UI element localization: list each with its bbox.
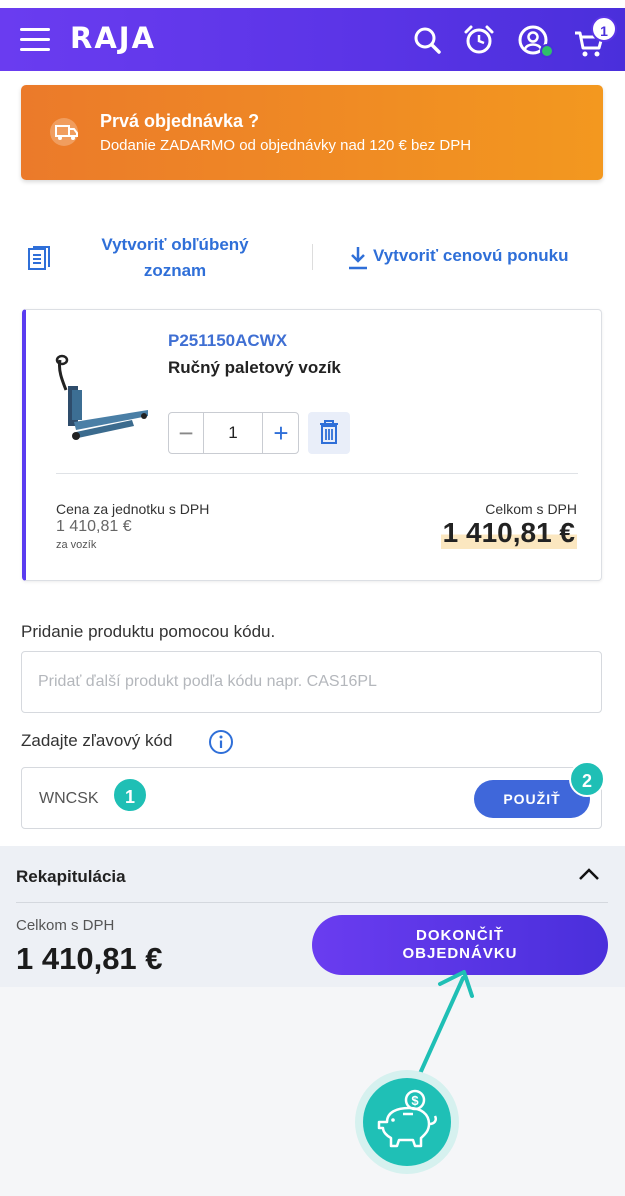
cart-item-card: P251150ACWX Ručný paletový vozík − 1 + C… (22, 309, 602, 581)
online-status-dot (540, 44, 554, 58)
unit-price-label: Cena za jednotku s DPH (56, 501, 210, 517)
cart-count-badge: 1 (591, 16, 617, 42)
order-summary: Rekapitulácia Celkom s DPH 1 410,81 € DO… (0, 846, 625, 987)
logo[interactable]: RAJA (70, 21, 156, 55)
product-name: Ručný paletový vozík (168, 358, 341, 377)
complete-order-label-line2: OBJEDNÁVKU (402, 945, 518, 962)
alarm-clock-icon[interactable] (463, 24, 495, 56)
add-by-code-field (21, 651, 602, 713)
item-total-label: Celkom s DPH (485, 501, 577, 517)
unit-name: za vozík (56, 539, 97, 551)
chevron-up-icon[interactable] (578, 866, 600, 882)
increase-quantity-button[interactable]: + (263, 413, 299, 453)
summary-title: Rekapitulácia (16, 867, 126, 886)
summary-total-label: Celkom s DPH (16, 917, 115, 934)
divider (312, 244, 313, 270)
product-image[interactable] (52, 350, 152, 450)
download-icon[interactable] (348, 246, 368, 270)
info-icon[interactable] (208, 729, 234, 755)
promo-title: Prvá objednávka ? (100, 111, 260, 131)
summary-total: 1 410,81 € (16, 941, 163, 976)
trash-icon (320, 420, 338, 444)
create-price-offer-link[interactable]: Vytvoriť cenovú ponuku (373, 246, 568, 266)
svg-text:$: $ (411, 1093, 419, 1108)
promo-subtitle: Dodanie ZADARMO od objednávky nad 120 € … (100, 137, 472, 154)
discount-code-field[interactable]: WNCSK POUŽIŤ (21, 767, 602, 829)
step-badge-2: 2 (569, 761, 605, 797)
menu-icon[interactable] (20, 28, 50, 52)
header: RAJA 1 (0, 8, 625, 71)
piggy-bank-icon: $ (377, 1089, 437, 1148)
item-total-price: 1 410,81 € (440, 517, 577, 549)
complete-order-label-line1: DOKONČIŤ (416, 927, 504, 944)
step-badge-1: 1 (112, 777, 148, 813)
list-icon[interactable] (28, 246, 50, 272)
divider (56, 473, 578, 474)
add-by-code-label: Pridanie produktu pomocou kódu. (21, 622, 276, 641)
search-icon[interactable] (411, 24, 443, 56)
discount-code-value: WNCSK (39, 790, 99, 807)
product-code-link[interactable]: P251150ACWX (168, 331, 287, 351)
add-by-code-input[interactable] (22, 652, 601, 712)
create-favorite-list-link[interactable]: Vytvoriť obľúbený zoznam (80, 232, 270, 284)
quantity-stepper: − 1 + (168, 412, 299, 454)
truck-icon (50, 118, 78, 146)
divider (16, 902, 608, 903)
remove-item-button[interactable] (308, 412, 350, 454)
logo-text: RAJA (70, 21, 157, 55)
cart-actions: Vytvoriť obľúbený zoznam Vytvoriť cenovú… (0, 232, 625, 292)
complete-order-button[interactable]: DOKONČIŤ OBJEDNÁVKU (312, 915, 608, 975)
discount-code-label: Zadajte zľavový kód (21, 731, 173, 750)
quantity-value[interactable]: 1 (203, 413, 263, 453)
unit-price: 1 410,81 € (56, 518, 132, 535)
piggy-bank-badge: $ (355, 1070, 459, 1174)
decrease-quantity-button[interactable]: − (169, 413, 203, 453)
promo-banner[interactable]: Prvá objednávka ? Dodanie ZADARMO od obj… (21, 85, 603, 180)
page-top-strip (0, 0, 625, 8)
